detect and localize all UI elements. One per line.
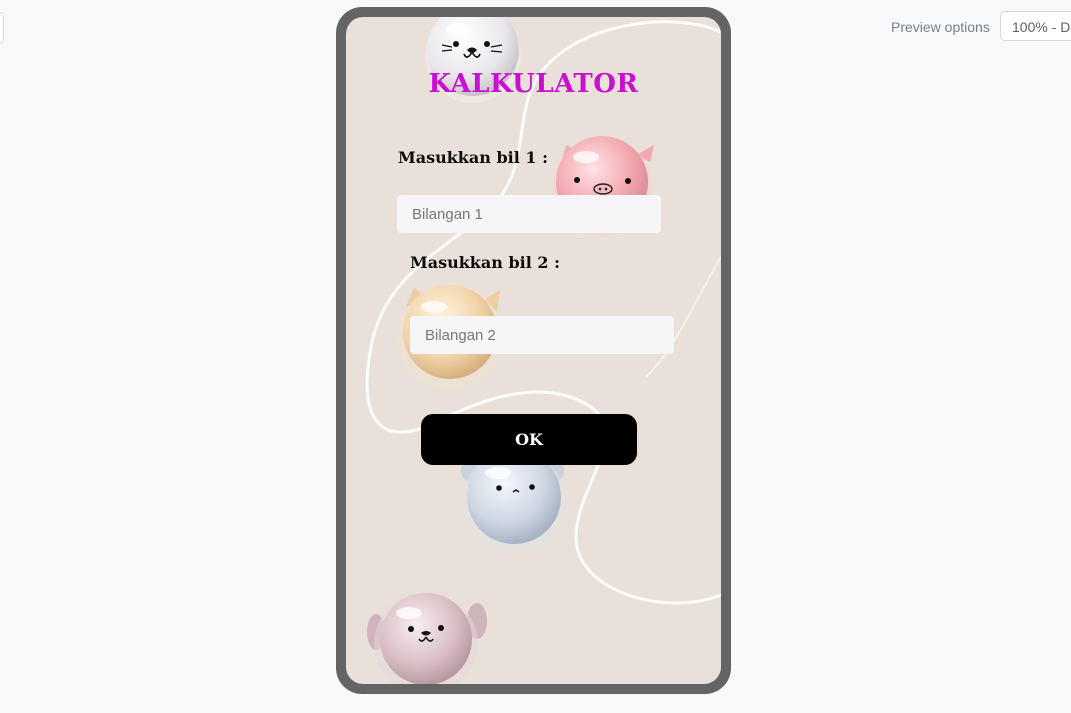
collapsed-panel-edge[interactable] [0,12,4,44]
bear-face-icon [461,450,566,554]
phone-frame: KALKULATOR Masukkan bil 1 : Masukkan bil… [336,7,731,694]
number-2-input[interactable] [410,316,674,354]
zoom-dropdown[interactable]: 100% - D [1000,11,1071,41]
number-1-input[interactable] [397,195,661,233]
app-title: KALKULATOR [428,69,639,99]
ok-button[interactable]: OK [421,414,637,465]
preview-options-label: Preview options [891,19,990,35]
dog-face-icon [367,592,487,684]
phone-screen: KALKULATOR Masukkan bil 1 : Masukkan bil… [346,17,721,684]
number-2-label: Masukkan bil 2 : [410,253,560,272]
number-1-label: Masukkan bil 1 : [398,148,548,167]
